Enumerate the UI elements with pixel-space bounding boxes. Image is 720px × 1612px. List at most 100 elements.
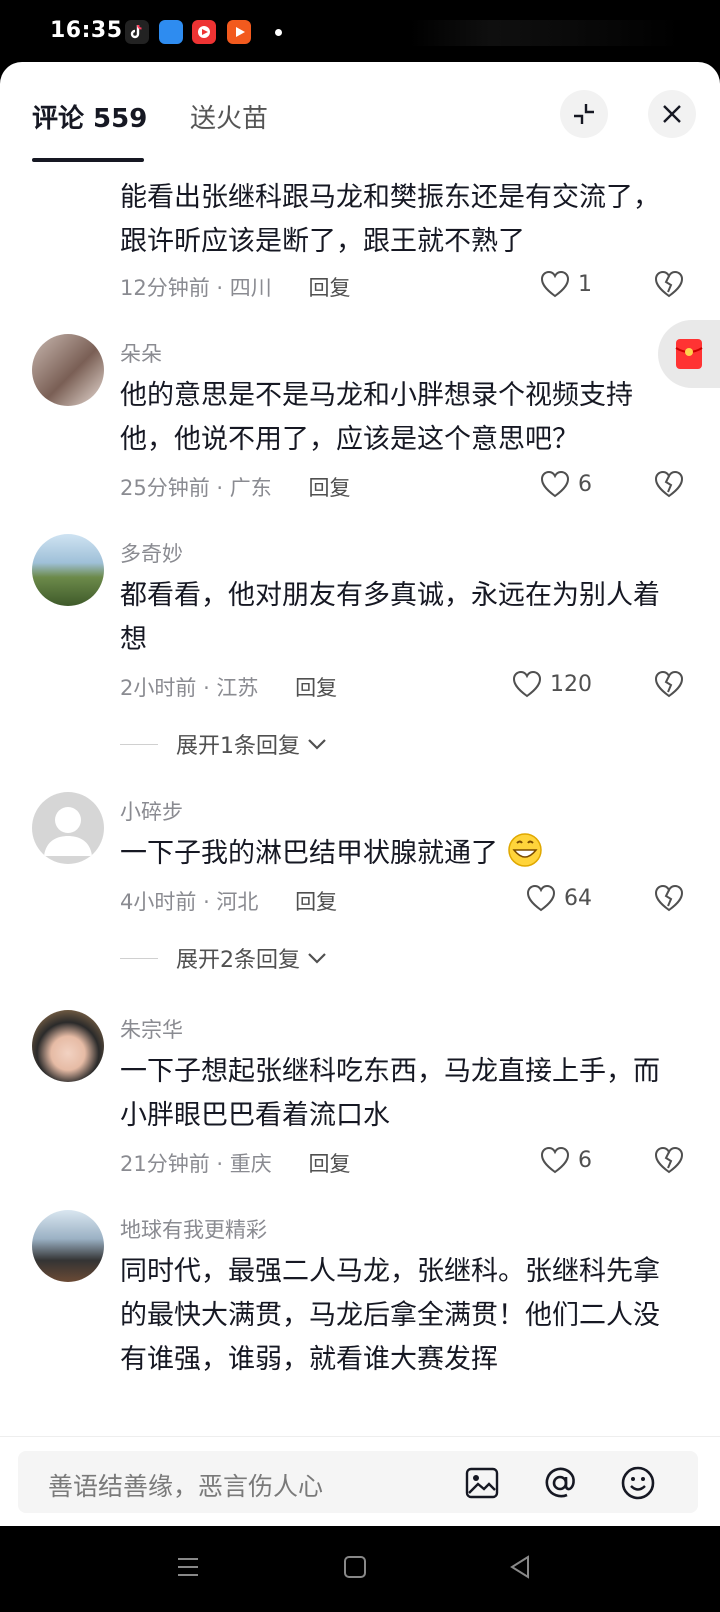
app-icon-red-circle — [192, 20, 216, 44]
emoji-icon[interactable] — [620, 1465, 656, 1501]
comment-text: 同时代，最强二人马龙，张继科。张继科先拿的最快大满贯，马龙后拿全满贯！他们二人没… — [120, 1256, 660, 1375]
comment-time: 2小时前 — [120, 676, 197, 700]
heart-icon — [540, 1146, 570, 1174]
comment-meta: 25分钟前 · 广东 回复 — [120, 476, 351, 500]
like-count: 6 — [578, 1147, 592, 1173]
comment-meta: 12分钟前 · 四川 回复 — [120, 276, 351, 300]
comment-username[interactable]: 朱宗华 — [120, 1014, 183, 1044]
expand-divider — [120, 957, 158, 959]
avatar[interactable] — [32, 1210, 104, 1282]
close-icon — [663, 105, 681, 123]
like-button[interactable]: 64 — [526, 884, 592, 912]
comment-input-placeholder: 善语结善缘，恶言伤人心 — [48, 1472, 324, 1501]
expand-replies-label: 展开2条回复 — [176, 948, 300, 973]
dislike-button[interactable] — [654, 1146, 684, 1178]
broken-heart-icon — [654, 270, 684, 298]
comment-username[interactable]: 地球有我更精彩 — [120, 1214, 267, 1244]
like-button[interactable]: 6 — [540, 470, 592, 498]
dislike-button[interactable] — [654, 884, 684, 916]
reply-button[interactable]: 回复 — [308, 476, 350, 500]
heart-icon — [526, 884, 556, 912]
comment-location: 河北 — [216, 890, 259, 914]
comment-time: 25分钟前 — [120, 476, 210, 500]
comment-text-content: 一下子我的淋巴结甲状腺就通了 — [120, 838, 498, 869]
notification-dot — [275, 29, 282, 36]
broken-heart-icon — [654, 884, 684, 912]
red-packet-icon — [675, 339, 703, 369]
home-nav-icon[interactable] — [342, 1554, 368, 1580]
default-user-icon — [44, 807, 92, 856]
comment-time: 12分钟前 — [120, 276, 210, 300]
broken-heart-icon — [654, 670, 684, 698]
comment-time: 4小时前 — [120, 890, 197, 914]
expand-replies-button[interactable]: 展开2条回复 — [120, 942, 328, 974]
avatar[interactable] — [32, 1010, 104, 1082]
image-icon[interactable] — [464, 1465, 500, 1501]
comment-text: 都看看，他对朋友有多真诚，永远在为别人着想 — [120, 580, 660, 655]
comment-location: 广东 — [229, 476, 272, 500]
comment-text: 一下子想起张继科吃东西，马龙直接上手，而小胖眼巴巴看着流口水 — [120, 1056, 660, 1131]
broken-heart-icon — [654, 470, 684, 498]
comment-username[interactable]: 朵朵 — [120, 338, 162, 368]
reply-button[interactable]: 回复 — [308, 276, 350, 300]
comment-location: 江苏 — [216, 676, 259, 700]
grin-emoji-icon — [507, 833, 542, 867]
collapse-button[interactable] — [560, 90, 608, 138]
tab-send-fire[interactable]: 送火苗 — [190, 98, 268, 135]
avatar-default[interactable] — [32, 792, 104, 864]
status-indicators — [410, 20, 680, 46]
like-count: 64 — [564, 885, 592, 911]
comment-username[interactable]: 多奇妙 — [120, 538, 183, 568]
app-icon-blue — [159, 20, 183, 44]
like-count: 1 — [578, 271, 592, 297]
expand-replies-label: 展开1条回复 — [176, 734, 300, 759]
broken-heart-icon — [654, 1146, 684, 1174]
menu-nav-icon[interactable] — [174, 1554, 202, 1580]
status-bar: 16:35 — [0, 0, 720, 66]
dislike-button[interactable] — [654, 270, 684, 302]
tiktok-app-icon — [125, 20, 149, 44]
system-nav-bar — [0, 1526, 720, 1612]
avatar[interactable] — [32, 334, 104, 406]
dislike-button[interactable] — [654, 670, 684, 702]
like-button[interactable]: 6 — [540, 1146, 592, 1174]
comment-location: 四川 — [229, 276, 272, 300]
expand-divider — [120, 743, 158, 745]
chevron-down-icon — [308, 953, 326, 964]
like-button[interactable]: 1 — [540, 270, 592, 298]
reply-button[interactable]: 回复 — [295, 890, 337, 914]
expand-replies-button[interactable]: 展开1条回复 — [120, 728, 328, 760]
comment-meta: 21分钟前 · 重庆 回复 — [120, 1152, 351, 1176]
like-button[interactable]: 120 — [512, 670, 592, 698]
collapse-icon — [574, 104, 594, 124]
comment-text: 他的意思是不是马龙和小胖想录个视频支持他，他说不用了，应该是这个意思吧？ — [120, 380, 633, 455]
comment-location: 重庆 — [229, 1152, 272, 1176]
comment-text: 能看出张继科跟马龙和樊振东还是有交流了，跟许昕应该是断了，跟王就不熟了 — [120, 182, 660, 257]
heart-icon — [540, 270, 570, 298]
comment-input[interactable]: 善语结善缘，恶言伤人心 — [18, 1451, 698, 1513]
like-count: 120 — [550, 671, 592, 697]
close-button[interactable] — [648, 90, 696, 138]
dislike-button[interactable] — [654, 470, 684, 502]
heart-icon — [512, 670, 542, 698]
back-nav-icon[interactable] — [506, 1554, 534, 1580]
comment-input-bar: 善语结善缘，恶言伤人心 — [0, 1436, 720, 1526]
comment-meta: 2小时前 · 江苏 回复 — [120, 676, 338, 700]
comments-header: 评论 559 送火苗 — [0, 62, 720, 172]
chevron-down-icon — [308, 739, 326, 750]
reply-button[interactable]: 回复 — [295, 676, 337, 700]
heart-icon — [540, 470, 570, 498]
status-time: 16:35 — [50, 18, 123, 43]
avatar[interactable] — [32, 534, 104, 606]
app-icon-video — [227, 20, 251, 44]
comment-text: 一下子我的淋巴结甲状腺就通了 — [120, 832, 670, 876]
tab-comments[interactable]: 评论 559 — [32, 98, 147, 135]
comment-meta: 4小时前 · 河北 回复 — [120, 890, 338, 914]
comments-sheet: 评论 559 送火苗 能看出张继科跟马龙和樊振东还是有交流了，跟许昕应该是断了，… — [0, 62, 720, 1526]
mention-icon[interactable] — [542, 1465, 578, 1501]
comment-time: 21分钟前 — [120, 1152, 210, 1176]
comment-username[interactable]: 小碎步 — [120, 796, 183, 826]
like-count: 6 — [578, 471, 592, 497]
reply-button[interactable]: 回复 — [308, 1152, 350, 1176]
active-tab-indicator — [32, 158, 144, 162]
